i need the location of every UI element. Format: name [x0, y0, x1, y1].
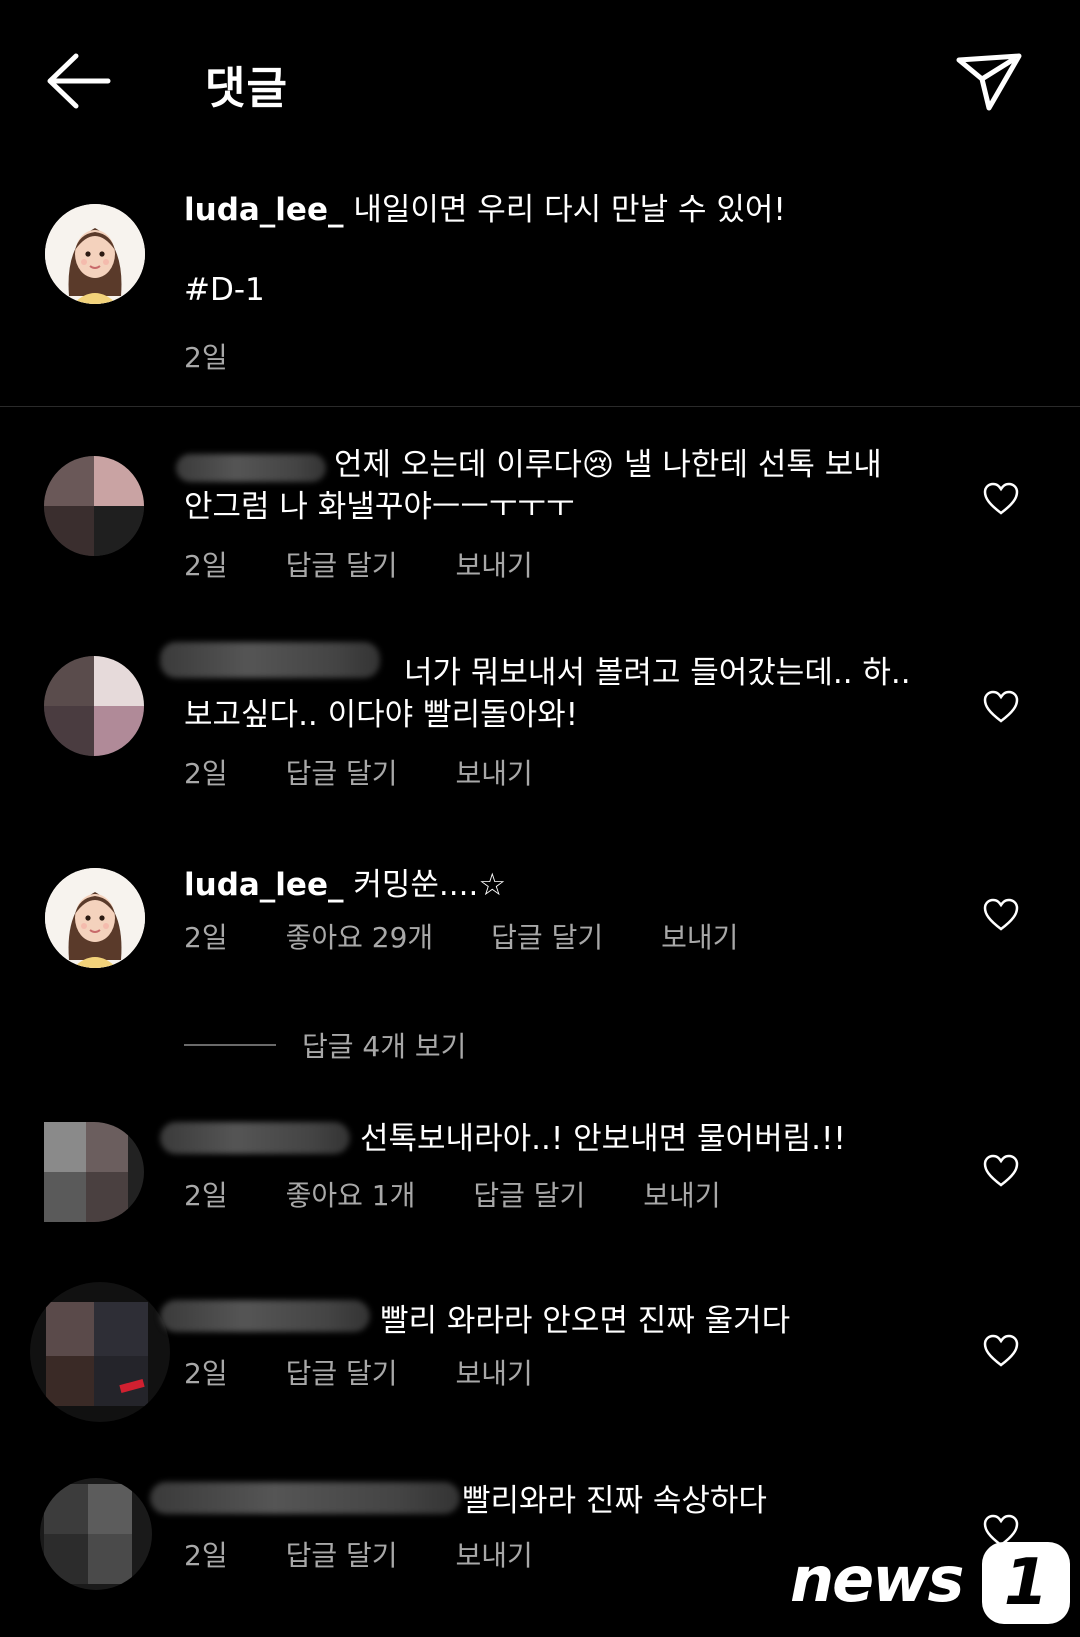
comment-time: 2일 — [184, 1179, 228, 1212]
logo-mark: 1 — [982, 1542, 1070, 1624]
comment-actions: 2일 답글 달기 보내기 — [184, 544, 591, 584]
logo-text: news — [790, 1543, 964, 1616]
reply-button[interactable]: 답글 달기 — [286, 544, 398, 584]
comment-actions: 2일 좋아요 29개 답글 달기 보내기 — [184, 916, 796, 956]
send-button[interactable]: 보내기 — [643, 1174, 720, 1214]
comment-actions: 2일 좋아요 1개 답글 달기 보내기 — [184, 1174, 779, 1214]
reply-button[interactable]: 답글 달기 — [286, 1352, 398, 1392]
heart-outline-icon[interactable] — [983, 482, 1019, 516]
comment-text: 빨리와라 진짜 속상하다 — [462, 1483, 767, 1519]
send-button[interactable]: 보내기 — [661, 916, 738, 956]
view-replies-label: 답글 4개 보기 — [302, 1030, 467, 1063]
comment-time: 2일 — [184, 921, 228, 954]
comment-actions: 2일 답글 달기 보내기 — [184, 1534, 591, 1574]
caption-body: 내일이면 우리 다시 만날 수 있어! — [343, 192, 786, 228]
reply-button[interactable]: 답글 달기 — [473, 1174, 585, 1214]
heart-outline-icon[interactable] — [983, 1334, 1019, 1368]
comment-time: 2일 — [184, 1539, 228, 1572]
hashtag-link[interactable]: #D-1 — [184, 272, 265, 308]
avatar[interactable] — [44, 1122, 144, 1222]
caption-time: 2일 — [184, 341, 228, 374]
comment-time: 2일 — [184, 549, 228, 582]
arrow-left-icon[interactable] — [44, 50, 114, 112]
comment-text: 너가 뭐보내서 볼려고 들어갔는데.. 하.. 보고싶다.. 이다야 빨리돌아와… — [184, 655, 911, 733]
page-title: 댓글 — [205, 63, 288, 114]
comment-text: 언제 오는데 이루다😢 낼 나한테 선톡 보내 안그럼 나 화낼꾸야ㅡㅡㅜㅜㅜ — [184, 447, 882, 525]
divider — [0, 406, 1080, 407]
avatar[interactable] — [45, 868, 145, 968]
comment-text: 선톡보내라아..! 안보내면 물어버림.!! — [360, 1121, 846, 1157]
comment-time: 2일 — [184, 1357, 228, 1390]
send-button[interactable]: 보내기 — [456, 1534, 533, 1574]
send-button[interactable]: 보내기 — [456, 1352, 533, 1392]
divider-line — [184, 1044, 276, 1046]
likes-count[interactable]: 좋아요 1개 — [286, 1174, 416, 1214]
send-button[interactable]: 보내기 — [456, 544, 533, 584]
comment-actions: 2일 답글 달기 보내기 — [184, 1352, 591, 1392]
heart-outline-icon[interactable] — [983, 1154, 1019, 1188]
reply-button[interactable]: 답글 달기 — [286, 1534, 398, 1574]
view-replies-button[interactable]: 답글 4개 보기 — [184, 1025, 466, 1065]
avatar[interactable] — [44, 456, 144, 556]
heart-outline-icon[interactable] — [983, 898, 1019, 932]
likes-count[interactable]: 좋아요 29개 — [286, 916, 434, 956]
comment-text: 빨리 와라라 안오면 진짜 울거다 — [380, 1303, 791, 1339]
reply-button[interactable]: 답글 달기 — [286, 752, 398, 792]
paper-plane-icon[interactable] — [955, 50, 1023, 112]
username[interactable]: luda_lee_ — [184, 867, 343, 903]
avatar[interactable] — [45, 204, 145, 304]
avatar[interactable] — [30, 1282, 170, 1422]
avatar[interactable] — [44, 656, 144, 756]
comment-text: luda_lee_ 커밍쑨....☆ — [184, 867, 507, 903]
send-button[interactable]: 보내기 — [456, 752, 533, 792]
news1-logo: news 1 — [790, 1540, 1075, 1632]
username[interactable]: luda_lee_ — [184, 192, 343, 228]
avatar[interactable] — [40, 1478, 152, 1590]
heart-outline-icon[interactable] — [983, 690, 1019, 724]
reply-button[interactable]: 답글 달기 — [491, 916, 603, 956]
comment-time: 2일 — [184, 757, 228, 790]
caption-text: luda_lee_ 내일이면 우리 다시 만날 수 있어! — [184, 190, 1044, 230]
comment-actions: 2일 답글 달기 보내기 — [184, 752, 591, 792]
top-bar: 댓글 — [0, 0, 1080, 160]
